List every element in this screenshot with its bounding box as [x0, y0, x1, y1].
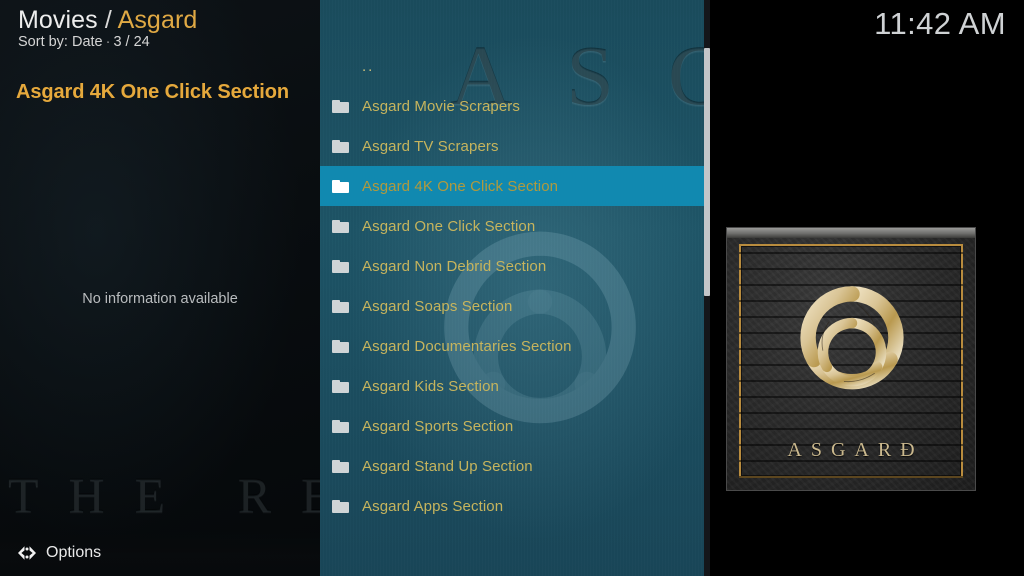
breadcrumb-root: Movies	[18, 6, 98, 34]
folder-icon	[332, 259, 362, 273]
folder-icon	[332, 499, 362, 513]
list-item[interactable]: Asgard Kids Section	[320, 366, 710, 406]
folder-icon	[332, 459, 362, 473]
file-list[interactable]: .. Asgard Movie Scrapers Asgard TV Scraper…	[320, 46, 710, 526]
list-item[interactable]: Asgard Apps Section	[320, 486, 710, 526]
breadcrumb: Movies / Asgard	[18, 5, 197, 35]
folder-icon	[332, 379, 362, 393]
breadcrumb-current: Asgard	[117, 6, 198, 34]
folder-icon	[332, 419, 362, 433]
folder-icon	[332, 139, 362, 153]
list-item[interactable]: Asgard Movie Scrapers	[320, 86, 710, 126]
folder-icon	[332, 219, 362, 233]
selected-item-title: Asgard 4K One Click Section	[16, 81, 289, 103]
info-panel: Movies / Asgard Sort by: Date · 3 / 24 Asg…	[0, 0, 320, 576]
left-right-chevron-icon	[14, 545, 40, 561]
list-item-label: Asgard Kids Section	[362, 377, 499, 395]
list-item-label: Asgard Sports Section	[362, 417, 514, 435]
list-item[interactable]: Asgard 4K One Click Section	[320, 166, 710, 206]
list-item[interactable]: Asgard One Click Section	[320, 206, 710, 246]
kodi-file-browser-screen: Movies / Asgard Sort by: Date · 3 / 24 Asg…	[0, 0, 1024, 576]
list-item-label: Asgard Apps Section	[362, 497, 504, 515]
plot-text: No information available	[82, 291, 238, 307]
background-watermark-bottom: THE REALM OF STREAMING	[8, 467, 320, 523]
list-item-label: ..	[362, 57, 375, 75]
list-item[interactable]: Asgard Soaps Section	[320, 286, 710, 326]
list-item-label: Asgard Non Debrid Section	[362, 257, 547, 275]
list-item[interactable]: Asgard Documentaries Section	[320, 326, 710, 366]
list-item-label: Asgard Movie Scrapers	[362, 97, 520, 115]
list-item[interactable]: Asgard Stand Up Section	[320, 446, 710, 486]
list-item[interactable]: Asgard Sports Section	[320, 406, 710, 446]
poster-title-text: ASGARÐ	[787, 439, 924, 461]
sort-separator: ·	[105, 34, 111, 50]
list-item[interactable]: Asgard TV Scrapers	[320, 126, 710, 166]
folder-icon	[332, 179, 362, 193]
triple-horn-of-odin-icon	[800, 286, 904, 390]
list-item-label: Asgard Soaps Section	[362, 297, 513, 315]
file-list-panel: ASGARD ..Asgard Movie ScrapersAsgard TV …	[320, 0, 710, 576]
folder-icon	[332, 299, 362, 313]
folder-icon	[332, 99, 362, 113]
artwork-panel: ASGARÐ	[710, 0, 1024, 576]
folder-icon	[332, 339, 362, 353]
list-item-label: Asgard TV Scrapers	[362, 137, 499, 155]
breadcrumb-separator: /	[97, 6, 118, 34]
sort-label: Sort by: Date	[18, 34, 103, 50]
options-button[interactable]: Options	[0, 530, 320, 576]
poster-top-edge	[727, 228, 975, 238]
list-item-label: Asgard Documentaries Section	[362, 337, 572, 355]
list-item[interactable]: Asgard Non Debrid Section	[320, 246, 710, 286]
options-label: Options	[46, 544, 102, 561]
clock: 11:42 AM	[874, 6, 1006, 41]
list-item[interactable]: ..	[320, 46, 710, 86]
list-item-label: Asgard Stand Up Section	[362, 457, 533, 475]
list-item-label: Asgard One Click Section	[362, 217, 536, 235]
sort-and-position-line: Sort by: Date · 3 / 24	[18, 33, 150, 51]
list-item-label: Asgard 4K One Click Section	[362, 177, 559, 195]
addon-poster: ASGARÐ	[727, 228, 975, 490]
item-position: 3 / 24	[113, 34, 150, 50]
